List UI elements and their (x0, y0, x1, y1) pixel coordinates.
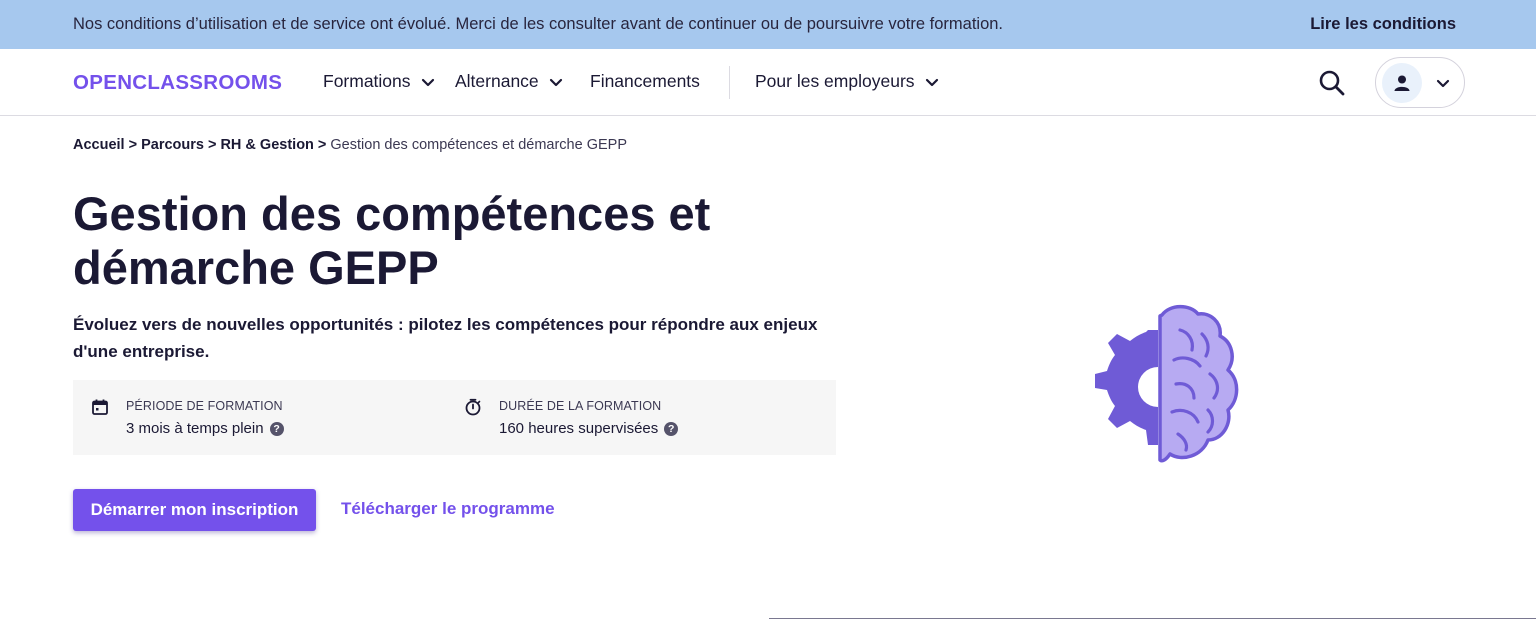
chevron-down-icon (1436, 79, 1450, 88)
period-value-text: 3 mois à temps plein (126, 420, 264, 437)
terms-banner: Nos conditions d’utilisation et de servi… (0, 0, 1536, 49)
user-icon (1394, 75, 1410, 91)
breadcrumb-accueil[interactable]: Accueil > (73, 137, 137, 153)
breadcrumb-parcours[interactable]: Parcours > (141, 137, 216, 153)
brain-gear-illustration (1095, 304, 1239, 463)
page-subtitle: Évoluez vers de nouvelles opportunités :… (73, 315, 818, 361)
duration-value: 160 heures supervisées ? (499, 420, 679, 437)
nav-alternance-label: Alternance (455, 71, 539, 91)
banner-message: Nos conditions d’utilisation et de servi… (73, 15, 1004, 33)
nav-divider (729, 66, 730, 99)
avatar (1382, 63, 1422, 103)
stopwatch-icon (465, 398, 481, 416)
section-divider (769, 618, 1536, 619)
chevron-down-icon (421, 78, 434, 86)
read-terms-link[interactable]: Lire les conditions (1310, 15, 1456, 34)
nav-employeurs-label: Pour les employeurs (755, 71, 915, 91)
duration-value-text: 160 heures supervisées (499, 420, 659, 437)
account-menu-button[interactable] (1375, 57, 1465, 108)
breadcrumb-rh-gestion[interactable]: RH & Gestion > (220, 137, 326, 153)
start-enrollment-button[interactable]: Démarrer mon inscription (73, 489, 316, 531)
course-info-box: PÉRIODE DE FORMATION 3 mois à temps plei… (73, 380, 836, 455)
nav-alternance[interactable]: Alternance (455, 71, 563, 92)
chevron-down-icon (925, 78, 938, 86)
period-value: 3 mois à temps plein ? (126, 420, 284, 437)
help-icon[interactable]: ? (664, 421, 679, 436)
nav-formations-label: Formations (323, 71, 411, 91)
chevron-down-icon (549, 78, 562, 86)
top-navigation: OPENCLASSROOMS Formations Alternance Fin… (0, 49, 1536, 116)
help-icon[interactable]: ? (269, 421, 284, 436)
download-program-link[interactable]: Télécharger le programme (341, 499, 555, 519)
nav-financements-label: Financements (590, 71, 700, 91)
breadcrumb: Accueil > Parcours > RH & Gestion > Gest… (73, 137, 627, 153)
nav-financements[interactable]: Financements (590, 71, 700, 92)
page-title: Gestion des compétences et démarche GEPP (73, 187, 711, 294)
breadcrumb-current: Gestion des compétences et démarche GEPP (330, 137, 628, 153)
nav-employeurs[interactable]: Pour les employeurs (755, 71, 939, 92)
openclassrooms-logo[interactable]: OPENCLASSROOMS (73, 71, 282, 95)
nav-formations[interactable]: Formations (323, 71, 435, 92)
calendar-icon (92, 399, 108, 415)
duration-label: DURÉE DE LA FORMATION (499, 399, 662, 413)
search-button[interactable] (1316, 67, 1348, 99)
period-label: PÉRIODE DE FORMATION (126, 399, 283, 413)
search-icon (1319, 70, 1345, 96)
